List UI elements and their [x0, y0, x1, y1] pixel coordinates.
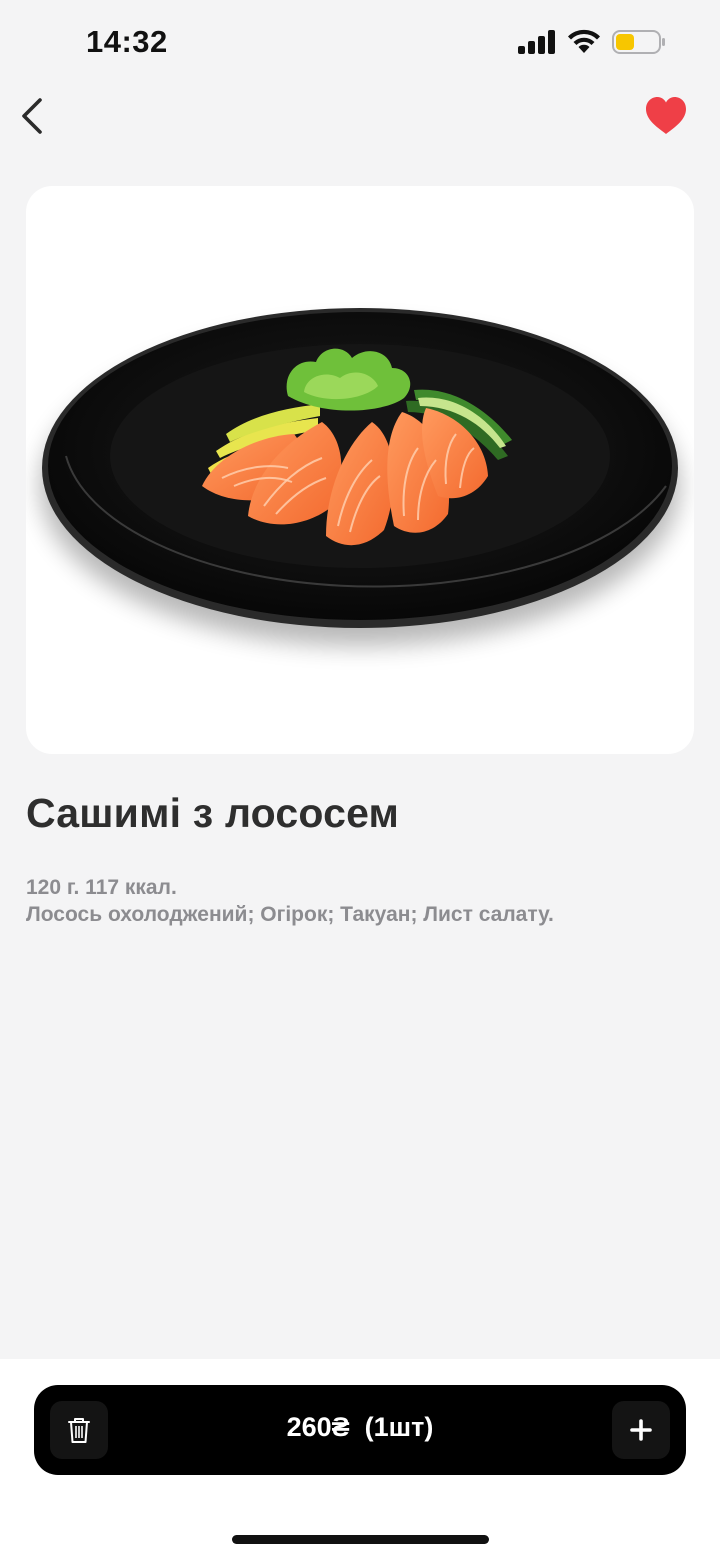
- wifi-icon: [568, 29, 600, 53]
- trash-icon: [68, 1418, 90, 1443]
- product-ingredients: Лосось охолоджений; Огірок; Такуан; Лист…: [26, 903, 554, 926]
- chevron-left-icon: [22, 98, 42, 134]
- home-indicator: [232, 1535, 489, 1544]
- back-button[interactable]: [14, 94, 54, 138]
- salmon-sashimi-image: [40, 308, 680, 646]
- cart-quantity: (1шт): [364, 1412, 434, 1442]
- add-to-cart-button[interactable]: [612, 1401, 670, 1459]
- cart-price-quantity[interactable]: 260₴ (1шт): [160, 1412, 560, 1448]
- product-weight-calories: 120 г. 117 ккал.: [26, 876, 177, 899]
- product-description: 120 г. 117 ккал. Лосось охолоджений; Огі…: [26, 874, 694, 928]
- status-time: 14:32: [86, 24, 168, 59]
- favorite-button[interactable]: [642, 94, 690, 138]
- heart-icon: [646, 97, 686, 134]
- delete-from-cart-button[interactable]: [50, 1401, 108, 1459]
- product-image-card: [26, 186, 694, 754]
- plus-icon: [630, 1419, 652, 1441]
- product-title: Сашимі з лососем: [26, 790, 400, 836]
- status-bar: 14:32: [0, 0, 720, 86]
- cart-price: 260₴: [286, 1412, 350, 1442]
- battery-icon: [612, 30, 665, 54]
- cellular-signal-icon: [518, 30, 555, 54]
